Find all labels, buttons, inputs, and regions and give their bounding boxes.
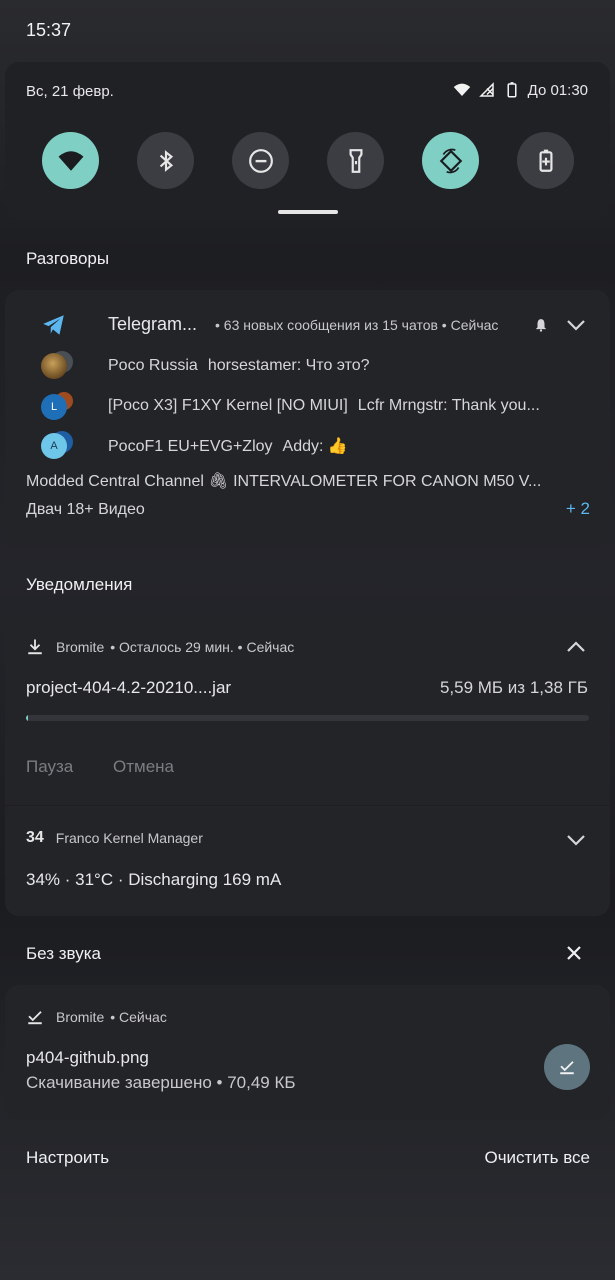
conversation-row[interactable]: Poco Russia horsestamer: Что это? [108, 357, 370, 375]
download-done-icon [28, 1011, 42, 1025]
telegram-app-name: Telegram... [108, 314, 198, 334]
cancel-button[interactable]: Отмена [113, 757, 174, 777]
chat-name: Poco Russia [108, 357, 198, 374]
download-icon [28, 639, 42, 655]
drag-handle[interactable] [278, 210, 338, 214]
chevron-down-icon[interactable] [566, 318, 586, 332]
cell-no-signal-icon [478, 82, 494, 97]
chat-message: Addy: 👍 [282, 438, 348, 455]
more-count[interactable]: + 2 [566, 499, 590, 519]
bluetooth-tile[interactable] [137, 132, 194, 189]
franco-app-name: Franco Kernel Manager [55, 830, 203, 846]
close-icon[interactable] [564, 943, 584, 963]
battery-saver-icon [539, 149, 552, 172]
silent-title: Без звука [26, 944, 101, 963]
download-done-icon [560, 1061, 574, 1075]
telegram-icon [43, 315, 64, 335]
flashlight-icon [349, 148, 362, 173]
download-app-name: Bromite [56, 639, 105, 655]
conversations-title: Разговоры [26, 249, 110, 268]
download-size: 5,59 МБ из 1,38 ГБ [439, 678, 588, 697]
franco-app-icon: 34 [26, 829, 44, 846]
download-header: Bromite • Осталось 29 мин. • Сейчас [26, 638, 294, 656]
bluetooth-icon [159, 149, 173, 172]
chat-name: [Poco X3] F1XY Kernel [NO MIUI] [108, 397, 348, 414]
battery-saver-tile[interactable] [517, 132, 574, 189]
conversation-row[interactable]: [Poco X3] F1XY Kernel [NO MIUI] Lcfr Mrng… [108, 397, 540, 415]
conversation-row[interactable]: PocoF1 EU+EVG+Zloy Addy: 👍 [108, 436, 348, 456]
download-notification[interactable]: Bromite • Осталось 29 мин. • Сейчас proj… [5, 615, 610, 805]
bromite-app-name: Bromite [56, 1009, 105, 1025]
conversation-summary-line: Двач 18+ Видео [26, 501, 145, 518]
open-file-button[interactable] [544, 1044, 590, 1090]
chevron-down-icon[interactable] [566, 833, 586, 847]
manage-button[interactable]: Настроить [26, 1148, 109, 1168]
battery-time: До 01:30 [527, 81, 588, 99]
telegram-meta: • 63 новых сообщения из 15 чатов • Сейча… [215, 317, 499, 333]
avatar [41, 353, 67, 379]
chevron-up-icon[interactable] [566, 640, 586, 654]
bromite-meta: • Сейчас [110, 1009, 167, 1025]
do-not-disturb-icon [248, 148, 273, 173]
battery-icon [507, 82, 517, 98]
avatar: A [41, 433, 67, 459]
flashlight-tile[interactable] [327, 132, 384, 189]
quick-settings-panel[interactable]: Вс, 21 февр. До 01:30 [5, 62, 610, 220]
chat-name: PocoF1 EU+EVG+Zloy [108, 438, 273, 455]
clear-all-button[interactable]: Очистить все [484, 1148, 590, 1168]
download-file-name: project-404-4.2-20210....jar [26, 678, 232, 697]
completed-file-name: p404-github.png [26, 1048, 149, 1067]
chat-message: horsestamer: Что это? [207, 357, 370, 374]
telegram-notification[interactable]: Telegram... • 63 новых сообщения из 15 ч… [5, 290, 610, 546]
download-meta: • Осталось 29 мин. • Сейчас [110, 639, 295, 655]
qs-status-icons: До 01:30 [453, 81, 588, 99]
bromite-complete-notification[interactable]: Bromite • Сейчас p404-github.png Скачива… [5, 985, 610, 1120]
wifi-icon [58, 150, 83, 171]
avatar: L [41, 394, 67, 420]
download-progress-fill [26, 715, 29, 721]
qs-date: Вс, 21 февр. [26, 83, 114, 100]
status-time: 15:37 [26, 20, 72, 40]
bromite-header: Bromite • Сейчас [26, 1008, 167, 1026]
dnd-tile[interactable] [232, 132, 289, 189]
completed-file-info: Скачивание завершено • 70,49 КБ [26, 1073, 296, 1092]
pause-button[interactable]: Пауза [26, 757, 73, 777]
wifi-signal-icon [453, 83, 470, 96]
alert-bell-icon [535, 319, 547, 332]
franco-status-text: 34% · 31°C · Discharging 169 mA [26, 870, 282, 889]
wifi-tile[interactable] [42, 132, 99, 189]
auto-rotate-icon [439, 148, 462, 173]
auto-rotate-tile[interactable] [422, 132, 479, 189]
franco-kernel-notification[interactable]: 34 Franco Kernel Manager 34% · 31°C · Di… [5, 806, 610, 916]
download-progress-bar [26, 715, 589, 721]
franco-header: 34 Franco Kernel Manager [26, 829, 203, 847]
conversation-summary-line: Modded Central Channel 🖇 INTERVALOMETER … [26, 473, 542, 490]
chat-message: Lcfr Mrngstr: Thank you... [357, 397, 540, 414]
notifications-title: Уведомления [26, 575, 133, 594]
